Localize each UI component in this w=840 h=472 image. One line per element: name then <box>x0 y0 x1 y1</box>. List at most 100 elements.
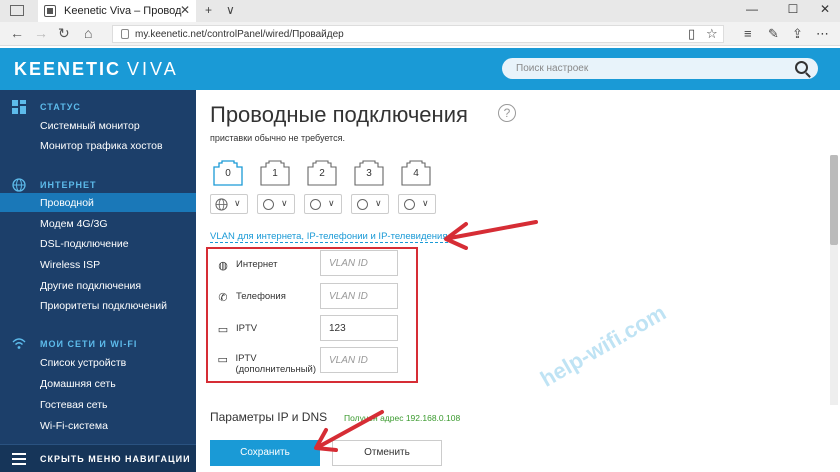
address-bar-area: ← → ↻ ⌂ my.keenetic.net/controlPanel/wir… <box>0 22 840 46</box>
port-2-mode-select[interactable]: ∨ <box>304 194 342 214</box>
description-text: приставки обычно не требуется. <box>210 133 345 143</box>
app-header: KEENETIC VIVA Поиск настроек <box>0 48 840 90</box>
wifi-icon <box>12 338 26 349</box>
port-label: 4 <box>413 168 419 179</box>
section-title-status: СТАТУС <box>40 102 81 112</box>
port-0[interactable]: 0 <box>213 160 243 186</box>
save-button[interactable]: Сохранить <box>210 440 320 466</box>
settings-search-input[interactable]: Поиск настроек <box>502 58 818 79</box>
brand-logo[interactable]: KEENETIC VIVA <box>14 59 179 80</box>
more-menu-icon[interactable]: ⋯ <box>816 26 829 42</box>
sidebar-item-wireless-isp[interactable]: Wireless ISP <box>0 255 196 274</box>
tv-icon: ▭ <box>217 324 229 336</box>
collapse-navigation-button[interactable]: СКРЫТЬ МЕНЮ НАВИГАЦИИ <box>0 444 196 472</box>
vlan-placeholder: VLAN ID <box>329 354 368 366</box>
sidebar-item-traffic-monitor[interactable]: Монитор трафика хостов <box>0 136 196 155</box>
sidebar-item-dsl[interactable]: DSL-подключение <box>0 234 196 253</box>
tab-menu-icon[interactable]: ∨ <box>226 3 235 17</box>
vlan-label: Интернет <box>236 259 278 270</box>
vlan-placeholder: VLAN ID <box>329 290 368 302</box>
page-favicon-icon <box>44 5 56 17</box>
chevron-down-icon: ∨ <box>281 198 288 208</box>
tv-icon: ▭ <box>217 354 228 366</box>
tab-title: Keenetic Viva – Провод <box>64 5 182 17</box>
chevron-down-icon: ∨ <box>375 198 382 208</box>
watermark-text: help-wifi.com <box>536 299 671 392</box>
vlan-settings-panel: ◍ Интернет VLAN ID ✆ Телефония VLAN ID ▭… <box>206 247 418 383</box>
new-tab-button[interactable]: + <box>205 3 212 17</box>
vlan-label: IPTV <box>236 323 258 334</box>
sidebar-item-home-network[interactable]: Домашняя сеть <box>0 374 196 393</box>
sidebar-item-wifi-system[interactable]: Wi-Fi-система <box>0 416 196 435</box>
scrollbar-thumb[interactable] <box>830 155 838 245</box>
sidebar-item-device-list[interactable]: Список устройств <box>0 353 196 372</box>
sidebar-navigation: СТАТУС Системный монитор Монитор трафика… <box>0 90 196 472</box>
url-text: my.keenetic.net/controlPanel/wired/Прова… <box>135 28 344 40</box>
reload-icon[interactable]: ↻ <box>58 25 70 42</box>
vlan-value: 123 <box>329 322 346 334</box>
port-label: 0 <box>225 168 231 179</box>
url-field[interactable]: my.keenetic.net/controlPanel/wired/Прова… <box>112 25 724 43</box>
help-icon[interactable]: ? <box>498 104 516 122</box>
globe-icon <box>215 198 228 211</box>
reading-view-icon[interactable]: ▯ <box>688 26 695 42</box>
vlan-internet-input[interactable]: VLAN ID <box>320 250 398 276</box>
search-icon[interactable] <box>795 61 808 74</box>
favorite-star-icon[interactable]: ☆ <box>706 26 718 42</box>
sidebar-item-other-connections[interactable]: Другие подключения <box>0 276 196 295</box>
vlan-iptv-input[interactable]: 123 <box>320 315 398 341</box>
vlan-row-telephony: ✆ Телефония <box>216 291 286 304</box>
port-4-mode-select[interactable]: ∨ <box>398 194 436 214</box>
section-title-networks: МОИ СЕТИ И WI-FI <box>40 339 138 349</box>
home-network-icon <box>310 199 321 210</box>
favorites-hub-icon[interactable]: ≡ <box>744 26 752 41</box>
sidebar-item-connection-priorities[interactable]: Приоритеты подключений <box>0 296 196 315</box>
phone-icon: ✆ <box>218 292 228 304</box>
port-3[interactable]: 3 <box>354 160 384 186</box>
home-icon[interactable]: ⌂ <box>84 25 92 41</box>
sidebar-item-modem[interactable]: Модем 4G/3G <box>0 214 196 233</box>
lock-icon <box>121 29 129 39</box>
port-4[interactable]: 4 <box>401 160 431 186</box>
collapse-label: СКРЫТЬ МЕНЮ НАВИГАЦИИ <box>40 454 191 464</box>
port-1[interactable]: 1 <box>260 160 290 186</box>
sidebar-item-guest-network[interactable]: Гостевая сеть <box>0 395 196 414</box>
brand-name: KEENETIC <box>14 59 122 79</box>
port-3-mode-select[interactable]: ∨ <box>351 194 389 214</box>
vlan-row-iptv: ▭ IPTV <box>216 323 257 336</box>
browser-tab-bar: Keenetic Viva – Провод ✕ + ∨ — ☐ ✕ <box>0 0 840 22</box>
vlan-settings-link[interactable]: VLAN для интернета, IP-телефонии и IP-те… <box>210 231 448 243</box>
vlan-telephony-input[interactable]: VLAN ID <box>320 283 398 309</box>
port-1-mode-select[interactable]: ∨ <box>257 194 295 214</box>
brand-model: VIVA <box>127 59 179 79</box>
sidebar-item-system-monitor[interactable]: Системный монитор <box>0 116 196 135</box>
share-icon[interactable]: ⇪ <box>792 26 803 42</box>
vlan-iptv-extra-input[interactable]: VLAN ID <box>320 347 398 373</box>
minimize-button[interactable]: — <box>742 2 762 16</box>
port-2[interactable]: 2 <box>307 160 337 186</box>
vlan-placeholder: VLAN ID <box>329 257 368 269</box>
menu-icon <box>12 453 26 465</box>
back-icon[interactable]: ← <box>10 25 24 41</box>
chevron-down-icon: ∨ <box>234 198 241 208</box>
section-title-internet: ИНТЕРНЕТ <box>40 180 97 190</box>
globe-icon: ◍ <box>218 260 228 272</box>
browser-tab[interactable]: Keenetic Viva – Провод ✕ <box>38 0 196 22</box>
forward-icon[interactable]: → <box>34 25 48 41</box>
home-network-icon <box>263 199 274 210</box>
vlan-label: Телефония <box>236 291 286 302</box>
notes-pen-icon[interactable]: ✎ <box>768 26 779 42</box>
home-network-icon <box>404 199 415 210</box>
maximize-button[interactable]: ☐ <box>783 2 803 16</box>
vlan-label: IPTV (дополнительный) <box>235 353 316 375</box>
sidebar-item-wired[interactable]: Проводной <box>0 193 196 212</box>
port-0-mode-select[interactable]: ∨ <box>210 194 248 214</box>
vlan-row-iptv-extra: ▭ IPTV (дополнительный) <box>216 353 316 375</box>
close-tab-icon[interactable]: ✕ <box>180 3 190 17</box>
main-content: Проводные подключения ? приставки обычно… <box>196 90 840 472</box>
close-window-button[interactable]: ✕ <box>815 2 835 16</box>
search-placeholder: Поиск настроек <box>516 63 589 74</box>
tab-list-icon[interactable] <box>10 5 24 16</box>
home-network-icon <box>357 199 368 210</box>
chevron-down-icon: ∨ <box>328 198 335 208</box>
